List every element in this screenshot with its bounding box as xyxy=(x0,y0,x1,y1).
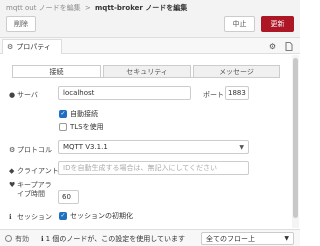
document-icon[interactable] xyxy=(282,40,295,52)
chevron-down-icon: ▼ xyxy=(239,144,244,151)
breadcrumb-current: mqtt-broker ノードを編集 xyxy=(95,4,188,12)
delete-button[interactable]: 削除 xyxy=(6,16,36,32)
protocol-label-row: ⚙ プロトコル xyxy=(9,145,52,155)
keepalive-label-1: キープアラ xyxy=(17,181,52,189)
cancel-button[interactable]: 中止 xyxy=(224,16,255,32)
heartbeat-icon: ♥ xyxy=(9,181,16,189)
properties-tab[interactable]: ⚙ プロパティ xyxy=(2,39,62,54)
properties-tab-label: プロパティ xyxy=(16,43,51,51)
keepalive-input[interactable]: 60 xyxy=(58,190,79,204)
protocol-select[interactable]: MQTT V3.1.1 ▼ xyxy=(58,140,249,154)
scope-select[interactable]: 全てのフロー上 ▼ xyxy=(201,232,294,245)
server-label-row: ● サーバ xyxy=(9,90,38,100)
tab-underline xyxy=(12,77,280,78)
client-id-input[interactable]: IDを自動生成する場合は、無記入にしてください xyxy=(58,161,249,175)
info-icon: ℹ xyxy=(9,213,12,221)
tls-checkbox[interactable] xyxy=(59,123,67,131)
update-button[interactable]: 更新 xyxy=(261,16,294,32)
tls-label: TLSを使用 xyxy=(70,123,104,131)
scrollbar-thumb[interactable] xyxy=(293,58,298,218)
port-label: ポート xyxy=(203,91,224,99)
tray-header: mqtt out ノードを編集 > mqtt-broker ノードを編集 削除 … xyxy=(0,0,300,38)
cog-icon: ⚙ xyxy=(9,146,16,154)
enabled-toggle[interactable] xyxy=(5,235,12,242)
settings-icon[interactable]: ⚙ xyxy=(266,40,279,52)
breadcrumb-prev[interactable]: mqtt out ノードを編集 xyxy=(6,4,81,12)
server-label: サーバ xyxy=(17,91,38,99)
session-clean-label: セッションの初期化 xyxy=(70,212,133,220)
session-clean-checkbox[interactable]: ✓ xyxy=(59,212,67,220)
keepalive-label-2: イブ時間 xyxy=(17,190,45,198)
server-input[interactable]: localhost xyxy=(58,86,191,100)
properties-bar: ⚙ プロパティ ⚙ xyxy=(0,38,300,54)
scope-value: 全てのフロー上 xyxy=(206,234,255,243)
globe-icon: ● xyxy=(9,91,16,99)
client-label: クライアント xyxy=(17,167,59,175)
client-label-row: ◆ クライアント xyxy=(9,166,59,176)
chevron-down-icon: ▼ xyxy=(284,235,289,242)
auto-connect-label: 自動接続 xyxy=(70,110,98,118)
session-label-row: ℹ セッション xyxy=(9,212,52,222)
session-label: セッション xyxy=(17,213,52,221)
usage-info-text: 1 個のノードが、この設定を使用しています xyxy=(45,235,185,243)
breadcrumb-separator: > xyxy=(84,4,91,12)
info-circle-icon: ℹ xyxy=(41,235,44,243)
auto-connect-checkbox[interactable]: ✓ xyxy=(59,110,67,118)
enabled-label: 有効 xyxy=(15,235,29,243)
document-icon-svg xyxy=(285,41,292,51)
gear-icon: ⚙ xyxy=(7,43,14,51)
tag-icon: ◆ xyxy=(9,167,15,175)
protocol-value: MQTT V3.1.1 xyxy=(63,143,108,151)
port-input[interactable]: 1883 xyxy=(225,86,249,100)
keepalive-label-row: ♥ キープアラ イブ時間 xyxy=(9,181,52,199)
protocol-label: プロトコル xyxy=(17,146,52,154)
breadcrumb: mqtt out ノードを編集 > mqtt-broker ノードを編集 xyxy=(6,3,187,13)
tray-footer: 有効 ℹ1 個のノードが、この設定を使用しています 全てのフロー上 ▼ xyxy=(0,229,300,246)
usage-info: ℹ1 個のノードが、この設定を使用しています xyxy=(41,234,185,244)
